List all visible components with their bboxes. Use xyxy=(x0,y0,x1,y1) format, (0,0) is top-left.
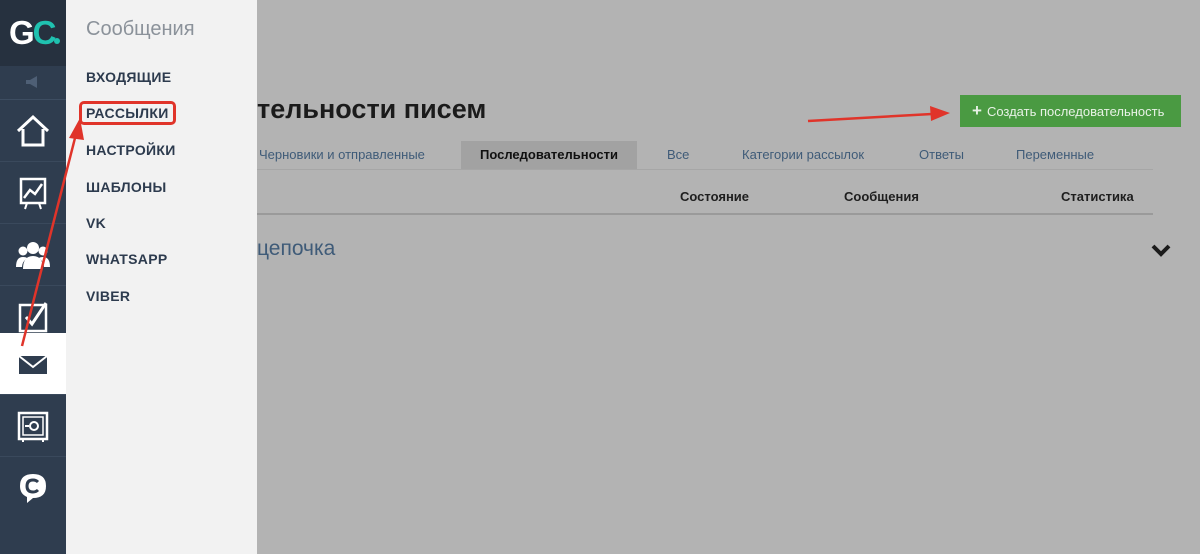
chat-icon xyxy=(20,474,46,503)
rail-home[interactable] xyxy=(0,100,66,162)
create-sequence-label: Создать последовательность xyxy=(986,103,1165,119)
rail-users[interactable] xyxy=(0,224,66,286)
megaphone-icon xyxy=(26,76,37,88)
column-messages: Сообщения xyxy=(844,189,919,204)
tab-variables[interactable]: Переменные xyxy=(1016,141,1094,169)
create-sequence-button[interactable]: + Создать последовательность xyxy=(960,95,1181,127)
rail-megaphone[interactable] xyxy=(0,66,66,100)
arrow-head-create-button xyxy=(930,106,950,121)
messages-menu: Сообщения ВХОДЯЩИЕ РАССЫЛКИ НАСТРОЙКИ ША… xyxy=(66,0,257,554)
rail-analytics[interactable] xyxy=(0,162,66,224)
tab-categories[interactable]: Категории рассылок xyxy=(742,141,864,169)
rail-chat[interactable] xyxy=(0,457,66,519)
tab-drafts[interactable]: Черновики и отправленные xyxy=(259,141,425,169)
column-statistics: Статистика xyxy=(1061,189,1134,204)
menu-item-viber[interactable]: VIBER xyxy=(86,288,130,304)
safe-icon xyxy=(17,411,49,442)
menu-item-vk[interactable]: VK xyxy=(86,215,106,231)
mail-icon xyxy=(18,355,48,374)
plus-icon: + xyxy=(972,101,982,120)
checkbox-icon xyxy=(18,302,48,333)
logo-letter-g: G xyxy=(9,14,35,51)
home-icon xyxy=(16,114,50,147)
logo[interactable]: GC xyxy=(0,0,66,66)
arrow-to-create-button xyxy=(807,112,933,123)
column-status: Состояние xyxy=(680,189,750,204)
page-title: тельности писем xyxy=(257,94,487,124)
menu-item-settings[interactable]: НАСТРОЙКИ xyxy=(86,142,176,158)
sequence-row-name[interactable]: цепочка xyxy=(257,237,335,261)
table-header-divider xyxy=(257,213,1153,215)
tabs: Черновики и отправленные Последовательно… xyxy=(257,141,1153,169)
chart-icon xyxy=(19,177,47,210)
chevron-down-icon[interactable] xyxy=(1150,243,1172,259)
rail-safe[interactable] xyxy=(0,395,66,457)
menu-item-whatsapp[interactable]: WHATSAPP xyxy=(86,251,167,267)
tab-all[interactable]: Все xyxy=(667,141,689,169)
menu-item-inbox[interactable]: ВХОДЯЩИЕ xyxy=(86,69,171,85)
icon-rail: GC xyxy=(0,0,66,554)
logo-dot xyxy=(54,38,60,44)
tab-replies[interactable]: Ответы xyxy=(919,141,964,169)
tab-sequences[interactable]: Последовательности xyxy=(461,141,637,169)
menu-title: Сообщения xyxy=(86,18,195,40)
menu-item-templates[interactable]: ШАБЛОНЫ xyxy=(86,179,167,195)
rail-messages[interactable] xyxy=(0,333,66,395)
tabs-divider xyxy=(257,169,1153,170)
logo-letter-c: C xyxy=(32,14,57,51)
users-icon xyxy=(16,242,50,269)
menu-item-mailings[interactable]: РАССЫЛКИ xyxy=(79,101,176,125)
